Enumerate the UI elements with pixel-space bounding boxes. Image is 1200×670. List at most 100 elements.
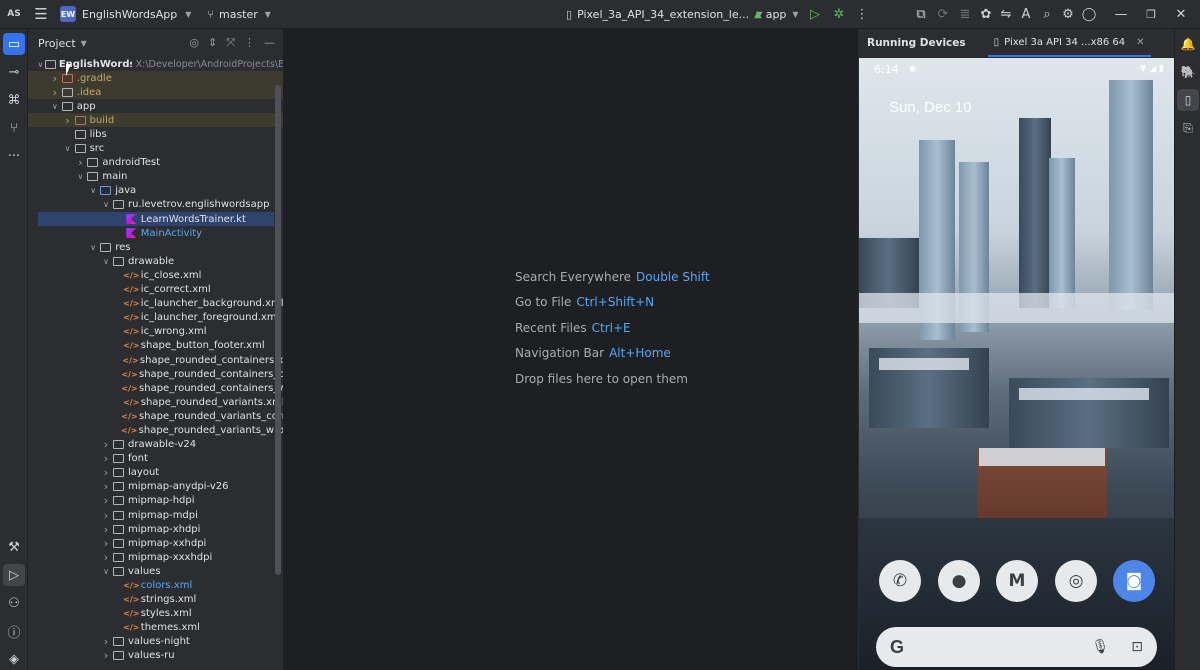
chrome-app-icon[interactable]: ◎ [1055, 560, 1097, 602]
lens-icon[interactable]: ⊡ [1131, 639, 1143, 655]
tree-item[interactable]: › build [28, 113, 283, 128]
tree-item[interactable]: › mipmap-mdpi [28, 508, 283, 522]
hint-shortcut[interactable]: Ctrl+E [592, 321, 631, 335]
apply-changes-icon[interactable]: ⟳ [932, 0, 954, 29]
chevron-down-icon[interactable]: ∨ [87, 186, 99, 195]
problems-icon[interactable]: ⓘ [3, 620, 25, 642]
phone-app-icon[interactable]: ✆ [879, 560, 921, 602]
tree-item[interactable]: ∨ main [28, 170, 283, 184]
app-inspection-icon[interactable]: ⚇ [3, 592, 25, 614]
locate-icon[interactable]: ◎ [189, 36, 199, 50]
hide-panel-icon[interactable]: — [264, 36, 275, 50]
chevron-down-icon[interactable]: ∨ [100, 257, 112, 266]
chevron-right-icon[interactable]: › [100, 452, 112, 465]
main-menu-icon[interactable]: ☰ [28, 0, 54, 29]
tree-item[interactable]: </> shape_rounded_variants.xml [28, 395, 283, 409]
chevron-right-icon[interactable]: › [49, 72, 61, 85]
chevron-right-icon[interactable]: › [100, 537, 112, 550]
tree-item[interactable]: › mipmap-xhdpi [28, 522, 283, 536]
chevron-right-icon[interactable]: › [100, 480, 112, 493]
tree-item[interactable]: › drawable-v24 [28, 438, 283, 452]
tree-item[interactable]: ∨ app [28, 99, 283, 113]
account-icon[interactable]: ◯ [1078, 0, 1100, 29]
tree-item[interactable]: </> themes.xml [28, 621, 283, 635]
chevron-down-icon[interactable]: ∨ [100, 200, 112, 209]
collapse-all-icon[interactable]: ⤧ [226, 36, 235, 50]
project-panel-title[interactable]: Project [38, 37, 76, 50]
chevron-down-icon[interactable]: ∨ [74, 172, 86, 181]
tree-scrollbar[interactable] [275, 85, 281, 575]
tree-item[interactable]: </> ic_correct.xml [28, 283, 283, 297]
tree-item[interactable]: </> shape_button_footer.xml [28, 339, 283, 353]
structure-icon[interactable]: ⌘ [3, 89, 25, 111]
tree-item[interactable]: </> ic_close.xml [28, 268, 283, 282]
tree-item[interactable]: </>shape_rounded_containers_correc [28, 367, 283, 381]
chevron-right-icon[interactable]: › [49, 86, 61, 99]
tree-item[interactable]: </> ic_launcher_foreground.xml [28, 311, 283, 325]
tree-item[interactable]: </>shape_rounded_containers_wrong [28, 381, 283, 395]
chevron-right-icon[interactable]: › [74, 156, 86, 169]
tree-item[interactable]: › layout [28, 466, 283, 480]
more-actions-icon[interactable]: ⋮ [851, 0, 873, 29]
tree-item[interactable]: ∨ values [28, 564, 283, 578]
translate-icon[interactable]: A [1015, 0, 1037, 29]
hint-shortcut[interactable]: Ctrl+Shift+N [576, 295, 654, 309]
chevron-down-icon[interactable]: ∨ [87, 243, 99, 252]
chevron-right-icon[interactable]: › [100, 438, 112, 451]
tree-item[interactable]: </>shape_rounded_variants_correct.x [28, 409, 283, 423]
gmail-app-icon[interactable]: M [996, 560, 1038, 602]
emulator-screen[interactable]: 6:14 ◉ ▼ ◢ ▮ Sun, Dec 10 ✆ ● M ◎ ◙ G 🎙 ⊡ [859, 58, 1174, 670]
tree-item[interactable]: ∨ res [28, 240, 283, 254]
run-tool-icon[interactable]: ▷ [3, 564, 25, 586]
tree-item[interactable]: › mipmap-anydpi-v26 [28, 480, 283, 494]
notifications-icon[interactable]: 🔔 [1177, 33, 1199, 55]
editor-empty-area[interactable]: Search Everywhere Double Shift Go to File C… [284, 29, 857, 670]
chevron-down-icon[interactable]: ∨ [36, 60, 45, 69]
sdk-manager-icon[interactable]: ✿ [975, 0, 997, 29]
vcs-branch-selector[interactable]: ⑂ master ▼ [205, 8, 271, 21]
device-selector[interactable]: ▯ Pixel_3a_API_34_extension_le... ▼ [566, 0, 762, 29]
chevron-right-icon[interactable]: › [100, 523, 112, 536]
close-icon[interactable]: ✕ [1170, 0, 1192, 29]
tree-item[interactable]: › androidTest [28, 156, 283, 170]
tree-item[interactable]: MainActivity [28, 226, 283, 240]
device-manager-icon[interactable]: ⧉ [910, 0, 932, 29]
tree-item[interactable]: ∨ ru.levetrov.englishwordsapp [28, 198, 283, 212]
more-tools-icon[interactable]: ··· [3, 145, 25, 167]
close-tab-icon[interactable]: ✕ [1136, 37, 1144, 48]
tree-item[interactable]: › mipmap-xxxhdpi [28, 550, 283, 564]
sync-icon[interactable]: ⇋ [995, 0, 1017, 29]
expand-all-icon[interactable]: ⇕ [208, 36, 217, 50]
gradle-icon[interactable]: 🐘 [1177, 61, 1199, 83]
tree-item[interactable]: </> strings.xml [28, 593, 283, 607]
build-icon[interactable]: ⚒ [3, 536, 25, 558]
minimize-icon[interactable]: — [1110, 0, 1132, 29]
tree-item[interactable]: › values-night [28, 635, 283, 649]
chevron-down-icon[interactable]: ▼ [81, 39, 87, 48]
camera-app-icon[interactable]: ◙ [1113, 560, 1155, 602]
chevron-right-icon[interactable]: › [100, 551, 112, 564]
mic-icon[interactable]: 🎙 [1091, 639, 1109, 655]
tree-item[interactable]: ∨ drawable [28, 254, 283, 268]
search-icon[interactable]: ⌕ [1036, 0, 1058, 29]
tree-item[interactable]: </> ic_wrong.xml [28, 325, 283, 339]
tree-item[interactable]: › values-ru [28, 649, 283, 663]
chevron-right-icon[interactable]: › [62, 114, 74, 127]
tree-item[interactable]: ∨ java [28, 184, 283, 198]
tree-item[interactable]: › .idea [28, 85, 283, 100]
chevron-right-icon[interactable]: › [100, 494, 112, 507]
chevron-right-icon[interactable]: › [100, 509, 112, 522]
project-folder-icon[interactable]: ▭ [3, 33, 25, 55]
tree-item[interactable]: </> colors.xml [28, 578, 283, 592]
project-selector[interactable]: EW EnglishWordsApp ▼ [60, 6, 191, 22]
tree-item[interactable]: LearnWordsTrainer.kt [38, 212, 274, 227]
pull-requests-icon[interactable]: ⑂ [3, 117, 25, 139]
tree-item[interactable]: › mipmap-hdpi [28, 494, 283, 508]
tree-item[interactable]: </>shape_rounded_variants_wrong.xm [28, 423, 283, 437]
chevron-right-icon[interactable]: › [100, 649, 112, 662]
tree-item[interactable]: </> ic_launcher_background.xml [28, 297, 283, 311]
google-search-bar[interactable]: G 🎙 ⊡ [876, 627, 1157, 667]
options-icon[interactable]: ⋮ [244, 36, 255, 50]
tree-item[interactable]: ∨ src [28, 142, 283, 156]
tree-item[interactable]: › font [28, 452, 283, 466]
